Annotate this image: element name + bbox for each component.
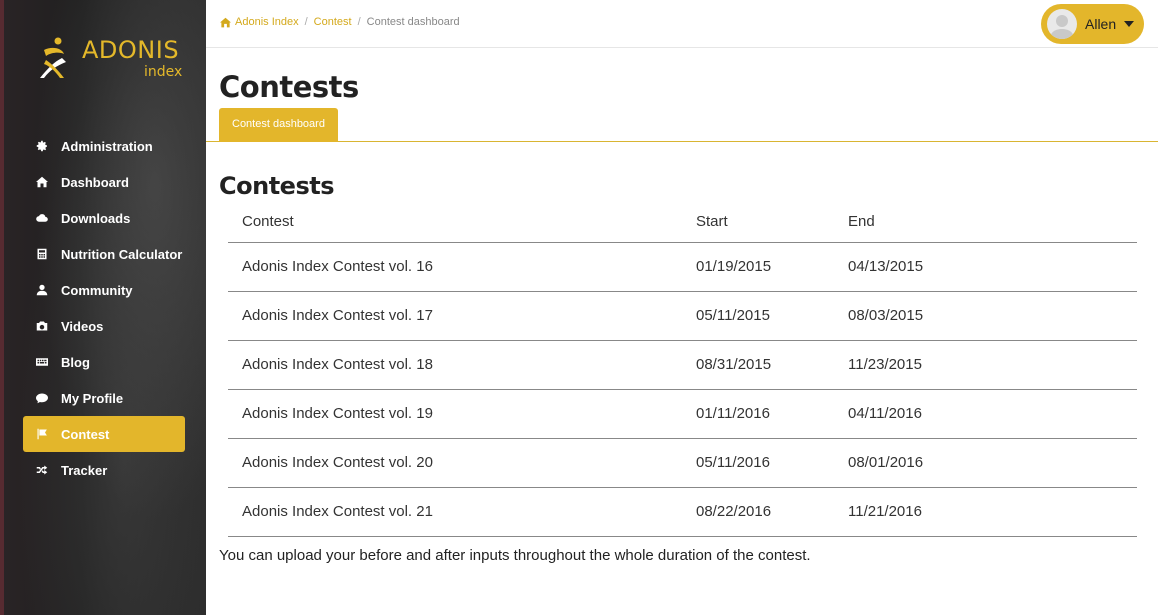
sidebar-item-label: Blog	[61, 354, 90, 370]
sidebar-item-label: Administration	[61, 138, 153, 154]
table-row[interactable]: Adonis Index Contest vol. 21 08/22/2016 …	[228, 487, 1137, 537]
column-header-end: End	[834, 202, 1137, 243]
table-row[interactable]: Adonis Index Contest vol. 19 01/11/2016 …	[228, 389, 1137, 439]
contest-name: Adonis Index Contest vol. 19	[228, 389, 682, 439]
sidebar-item-label: Tracker	[61, 462, 108, 478]
brand-logo[interactable]: ADONIS index	[34, 34, 194, 84]
contest-end: 08/01/2016	[834, 438, 1137, 488]
calculator-icon	[35, 247, 49, 261]
contest-end: 08/03/2015	[834, 291, 1137, 341]
contest-end: 04/11/2016	[834, 389, 1137, 439]
section-title: Contests	[219, 172, 334, 200]
table-row[interactable]: Adonis Index Contest vol. 16 01/19/2015 …	[228, 242, 1137, 292]
caret-down-icon	[1124, 21, 1135, 27]
sidebar-item-dashboard[interactable]: Dashboard	[23, 164, 185, 200]
contest-start: 05/11/2016	[682, 438, 834, 488]
sidebar-edge	[0, 0, 4, 615]
breadcrumb-separator: /	[357, 16, 361, 28]
column-header-start: Start	[682, 202, 834, 243]
contest-start: 01/11/2016	[682, 389, 834, 439]
home-icon	[220, 17, 231, 28]
sidebar-item-tracker[interactable]: Tracker	[23, 452, 185, 488]
sidebar-item-label: Downloads	[61, 210, 131, 226]
contest-note: You can upload your before and after inp…	[219, 547, 811, 564]
sidebar-item-label: Videos	[61, 318, 104, 334]
contest-name: Adonis Index Contest vol. 20	[228, 438, 682, 488]
contest-end: 11/23/2015	[834, 340, 1137, 390]
sidebar-item-label: Community	[61, 282, 133, 298]
column-header-contest: Contest	[228, 202, 682, 243]
contest-end: 04/13/2015	[834, 242, 1137, 292]
user-menu-button[interactable]: Allen	[1041, 4, 1144, 44]
brand-name: ADONIS	[82, 36, 180, 64]
contest-start: 08/22/2016	[682, 487, 834, 537]
table-header-row: Contest Start End	[228, 202, 1137, 243]
sidebar-item-contest[interactable]: Contest	[23, 416, 185, 452]
contest-name: Adonis Index Contest vol. 17	[228, 291, 682, 341]
breadcrumb-current: Contest dashboard	[366, 16, 460, 28]
home-icon	[35, 175, 49, 189]
contest-start: 05/11/2015	[682, 291, 834, 341]
table-row[interactable]: Adonis Index Contest vol. 20 05/11/2016 …	[228, 438, 1137, 488]
contest-end: 11/21/2016	[834, 487, 1137, 537]
avatar-placeholder-icon	[1050, 15, 1074, 39]
sidebar-item-nutrition-calculator[interactable]: Nutrition Calculator	[23, 236, 185, 272]
cloud-icon	[35, 211, 49, 225]
gear-icon	[35, 139, 49, 153]
sidebar: ADONIS index Administration Dashboard Do…	[0, 0, 206, 615]
camera-icon	[35, 319, 49, 333]
keyboard-icon	[35, 355, 49, 369]
contest-name: Adonis Index Contest vol. 18	[228, 340, 682, 390]
sidebar-item-my-profile[interactable]: My Profile	[23, 380, 185, 416]
sidebar-item-videos[interactable]: Videos	[23, 308, 185, 344]
topbar: Adonis Index / Contest / Contest dashboa…	[206, 0, 1158, 48]
brand-sub: index	[144, 64, 183, 80]
logo-mark-icon	[40, 37, 66, 78]
contests-table: Contest Start End Adonis Index Contest v…	[228, 202, 1137, 537]
flag-icon	[35, 427, 49, 441]
table-row[interactable]: Adonis Index Contest vol. 18 08/31/2015 …	[228, 340, 1137, 390]
breadcrumb-separator: /	[304, 16, 308, 28]
sidebar-item-community[interactable]: Community	[23, 272, 185, 308]
user-name: Allen	[1085, 16, 1117, 32]
avatar	[1047, 9, 1077, 39]
sidebar-nav: Administration Dashboard Downloads Nutri…	[23, 128, 185, 488]
breadcrumb-contest-link[interactable]: Contest	[314, 16, 352, 28]
sidebar-item-administration[interactable]: Administration	[23, 128, 185, 164]
sidebar-item-label: Dashboard	[61, 174, 129, 190]
sidebar-item-blog[interactable]: Blog	[23, 344, 185, 380]
user-icon	[35, 283, 49, 297]
sidebar-item-label: Nutrition Calculator	[61, 246, 183, 262]
page-title: Contests	[219, 70, 359, 104]
sidebar-item-label: My Profile	[61, 390, 124, 406]
contest-name: Adonis Index Contest vol. 16	[228, 242, 682, 292]
table-row[interactable]: Adonis Index Contest vol. 17 05/11/2015 …	[228, 291, 1137, 341]
shuffle-icon	[35, 463, 49, 477]
breadcrumb: Adonis Index / Contest / Contest dashboa…	[220, 16, 460, 28]
tab-bar: Contest dashboard	[206, 108, 1158, 142]
contest-name: Adonis Index Contest vol. 21	[228, 487, 682, 537]
breadcrumb-home-link[interactable]: Adonis Index	[235, 16, 299, 28]
comment-icon	[35, 391, 49, 405]
contest-start: 01/19/2015	[682, 242, 834, 292]
sidebar-item-label: Contest	[61, 426, 110, 442]
tab-contest-dashboard[interactable]: Contest dashboard	[219, 108, 338, 142]
sidebar-item-downloads[interactable]: Downloads	[23, 200, 185, 236]
contest-start: 08/31/2015	[682, 340, 834, 390]
